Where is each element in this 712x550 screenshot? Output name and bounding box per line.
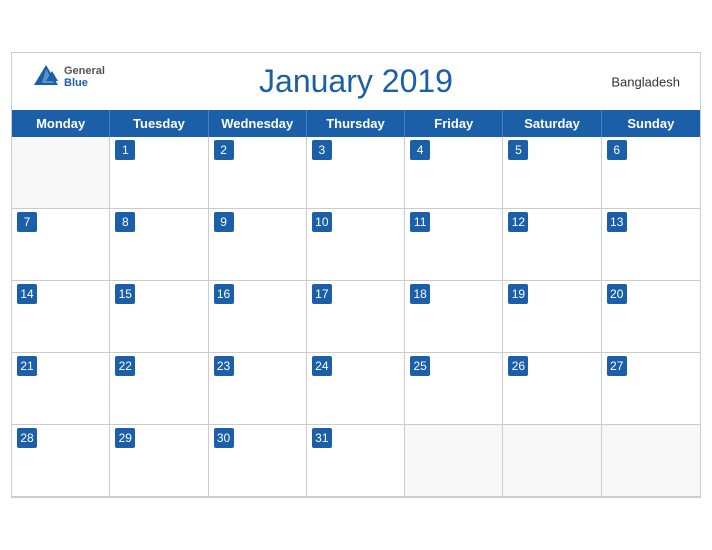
day-cell[interactable]: 11 xyxy=(405,209,503,281)
logo-wrapper: General Blue xyxy=(32,63,105,91)
day-cell[interactable]: 5 xyxy=(503,137,601,209)
day-number: 9 xyxy=(214,212,234,232)
day-number: 8 xyxy=(115,212,135,232)
day-number: 25 xyxy=(410,356,430,376)
day-number: 23 xyxy=(214,356,234,376)
day-cell[interactable]: 2 xyxy=(209,137,307,209)
day-number: 1 xyxy=(115,140,135,160)
day-cell[interactable]: 4 xyxy=(405,137,503,209)
day-cell[interactable]: 10 xyxy=(307,209,405,281)
day-number: 4 xyxy=(410,140,430,160)
day-cell[interactable] xyxy=(12,137,110,209)
day-cell[interactable]: 15 xyxy=(110,281,208,353)
day-number: 15 xyxy=(115,284,135,304)
day-number: 11 xyxy=(410,212,430,232)
day-number: 27 xyxy=(607,356,627,376)
day-number: 14 xyxy=(17,284,37,304)
day-number: 24 xyxy=(312,356,332,376)
day-number: 3 xyxy=(312,140,332,160)
day-header-thursday: Thursday xyxy=(307,110,405,137)
day-cell[interactable] xyxy=(602,425,700,497)
day-cell[interactable]: 28 xyxy=(12,425,110,497)
day-number: 16 xyxy=(214,284,234,304)
logo-blue: Blue xyxy=(64,77,105,89)
day-cell[interactable]: 19 xyxy=(503,281,601,353)
day-number: 28 xyxy=(17,428,37,448)
day-number: 21 xyxy=(17,356,37,376)
logo-icon xyxy=(32,63,60,91)
day-number: 2 xyxy=(214,140,234,160)
day-cell[interactable]: 17 xyxy=(307,281,405,353)
day-cell[interactable]: 9 xyxy=(209,209,307,281)
day-cell[interactable]: 18 xyxy=(405,281,503,353)
day-number: 31 xyxy=(312,428,332,448)
day-cell[interactable]: 8 xyxy=(110,209,208,281)
day-cell[interactable]: 3 xyxy=(307,137,405,209)
day-header-sunday: Sunday xyxy=(602,110,700,137)
day-number: 6 xyxy=(607,140,627,160)
logo-area: General Blue xyxy=(32,63,105,91)
day-header-friday: Friday xyxy=(405,110,503,137)
day-cell[interactable]: 30 xyxy=(209,425,307,497)
day-cell[interactable]: 24 xyxy=(307,353,405,425)
day-cell[interactable]: 7 xyxy=(12,209,110,281)
day-cell[interactable]: 27 xyxy=(602,353,700,425)
day-cell[interactable] xyxy=(503,425,601,497)
day-cell[interactable]: 14 xyxy=(12,281,110,353)
day-cell[interactable]: 20 xyxy=(602,281,700,353)
month-title: January 2019 xyxy=(259,63,453,100)
day-cell[interactable]: 16 xyxy=(209,281,307,353)
day-cell[interactable]: 31 xyxy=(307,425,405,497)
day-cell[interactable]: 23 xyxy=(209,353,307,425)
day-cell[interactable] xyxy=(405,425,503,497)
day-number: 13 xyxy=(607,212,627,232)
logo-texts: General Blue xyxy=(64,65,105,89)
day-cell[interactable]: 13 xyxy=(602,209,700,281)
day-cell[interactable]: 6 xyxy=(602,137,700,209)
day-cell[interactable]: 26 xyxy=(503,353,601,425)
logo-general: General xyxy=(64,65,105,77)
day-header-tuesday: Tuesday xyxy=(110,110,208,137)
day-cell[interactable]: 21 xyxy=(12,353,110,425)
day-number: 19 xyxy=(508,284,528,304)
calendar-header: General Blue January 2019 Bangladesh xyxy=(12,53,700,110)
day-cell[interactable]: 22 xyxy=(110,353,208,425)
day-header-monday: Monday xyxy=(12,110,110,137)
day-number: 5 xyxy=(508,140,528,160)
day-number: 18 xyxy=(410,284,430,304)
day-number: 12 xyxy=(508,212,528,232)
calendar: General Blue January 2019 Bangladesh Mon… xyxy=(11,52,701,498)
calendar-grid: 1234567891011121314151617181920212223242… xyxy=(12,137,700,497)
day-number: 17 xyxy=(312,284,332,304)
day-headers: Monday Tuesday Wednesday Thursday Friday… xyxy=(12,110,700,137)
day-number: 29 xyxy=(115,428,135,448)
day-cell[interactable]: 29 xyxy=(110,425,208,497)
day-number: 20 xyxy=(607,284,627,304)
day-header-wednesday: Wednesday xyxy=(209,110,307,137)
day-number: 7 xyxy=(17,212,37,232)
day-number: 22 xyxy=(115,356,135,376)
country-label: Bangladesh xyxy=(611,74,680,89)
day-header-saturday: Saturday xyxy=(503,110,601,137)
day-cell[interactable]: 12 xyxy=(503,209,601,281)
day-number: 30 xyxy=(214,428,234,448)
day-number: 10 xyxy=(312,212,332,232)
day-cell[interactable]: 25 xyxy=(405,353,503,425)
day-cell[interactable]: 1 xyxy=(110,137,208,209)
day-number: 26 xyxy=(508,356,528,376)
